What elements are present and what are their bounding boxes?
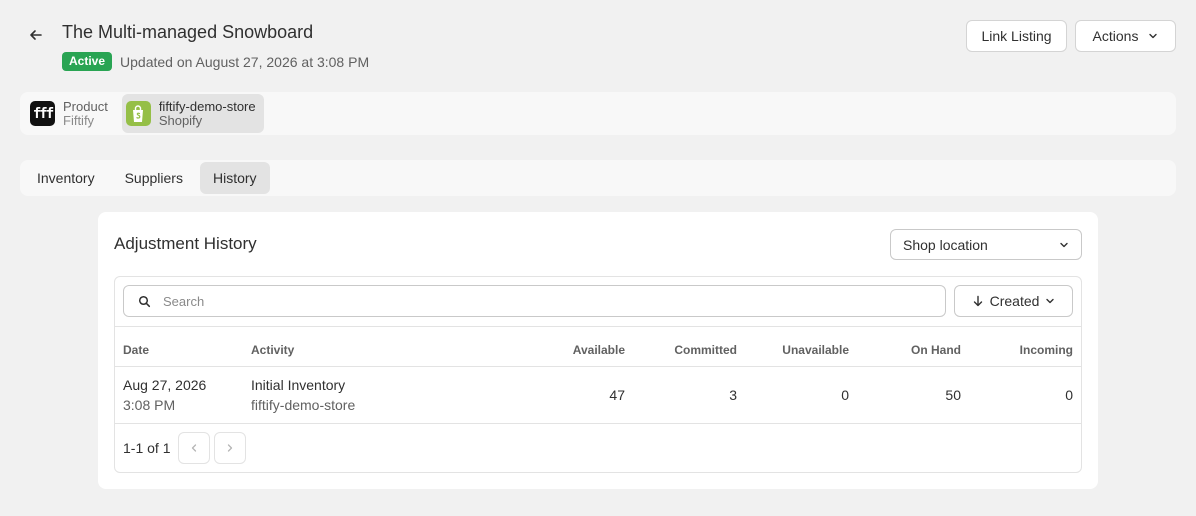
actions-label: Actions [1092, 28, 1139, 44]
incoming-value: 0 [1065, 387, 1073, 403]
chevron-down-icon [1046, 298, 1055, 304]
fiftify-logo-icon: fff [30, 101, 55, 126]
tab-suppliers[interactable]: Suppliers [112, 162, 196, 194]
available-value: 47 [609, 387, 625, 403]
row-date: Aug 27, 2026 3:08 PM [123, 377, 206, 413]
back-button[interactable] [26, 25, 46, 45]
actions-button[interactable]: Actions [1075, 20, 1176, 52]
committed-value: 3 [729, 387, 737, 403]
sort-button[interactable]: Created [954, 285, 1073, 317]
column-activity[interactable]: Activity [251, 343, 294, 357]
tab-history[interactable]: History [199, 162, 270, 194]
next-page-button[interactable] [214, 432, 247, 464]
pagination: 1-1 of 1 [115, 424, 1081, 472]
adjustment-history-card: Adjustment History Shop location Created… [98, 212, 1098, 489]
link-listing-button[interactable]: Link Listing [966, 20, 1067, 52]
table-row[interactable]: Aug 27, 2026 3:08 PM Initial Inventory f… [115, 367, 1081, 424]
channel-sub: Fiftify [63, 112, 95, 128]
arrow-left-icon [30, 30, 42, 40]
location-select[interactable]: Shop location [890, 229, 1082, 260]
updated-text: Updated on August 27, 2026 at 3:08 PM [120, 53, 370, 70]
history-table: Created Date Activity Available Committe… [114, 276, 1082, 473]
search-input[interactable] [163, 293, 923, 309]
arrow-down-icon [973, 295, 982, 307]
status-row: Active Updated on August 27, 2026 at 3:0… [62, 52, 369, 71]
channel-shopify-store[interactable]: fiftify-demo-store Shopify [121, 94, 264, 133]
previous-page-button[interactable] [178, 432, 211, 464]
column-unavailable[interactable]: Unavailable [782, 343, 849, 357]
column-committed[interactable]: Committed [674, 343, 737, 357]
date-value: Aug 27, 2026 [123, 377, 207, 393]
chevron-right-icon [228, 444, 233, 452]
table-header: Date Activity Available Committed Unavai… [115, 326, 1081, 367]
activity-value: Initial Inventory [251, 377, 346, 393]
tab-inventory[interactable]: Inventory [24, 162, 108, 194]
sort-label: Created [989, 293, 1040, 309]
column-available[interactable]: Available [573, 343, 625, 357]
store-value: fiftify-demo-store [251, 397, 356, 413]
page-header: The Multi-managed Snowboard Active Updat… [0, 0, 1196, 90]
time-value: 3:08 PM [123, 397, 176, 413]
pagination-label: 1-1 of 1 [123, 440, 171, 456]
chevron-down-icon [1060, 242, 1068, 247]
unavailable-value: 0 [841, 387, 849, 403]
channel-sub: Shopify [158, 112, 203, 128]
tab-bar: Inventory Suppliers History [20, 160, 1176, 196]
chevron-down-icon [1149, 33, 1158, 39]
column-date[interactable]: Date [123, 343, 149, 357]
status-badge: Active [62, 52, 113, 71]
shopify-bag-icon [125, 101, 151, 126]
page-title: The Multi-managed Snowboard [62, 22, 314, 42]
channel-name: fiftify-demo-store [158, 98, 256, 114]
search-field[interactable] [123, 285, 946, 317]
channel-switcher: fff Product Fiftify fiftify-demo-store S… [20, 92, 1176, 135]
channel-product-fiftify[interactable]: fff Product Fiftify [26, 94, 116, 133]
channel-name: Product [63, 98, 108, 114]
row-activity: Initial Inventory fiftify-demo-store [251, 377, 355, 413]
chevron-left-icon [192, 444, 197, 452]
on-hand-value: 50 [945, 387, 961, 403]
card-title: Adjustment History [114, 234, 257, 253]
location-select-value: Shop location [903, 236, 988, 253]
search-icon [138, 295, 151, 307]
column-incoming[interactable]: Incoming [1020, 343, 1073, 357]
column-on-hand[interactable]: On Hand [911, 343, 961, 357]
